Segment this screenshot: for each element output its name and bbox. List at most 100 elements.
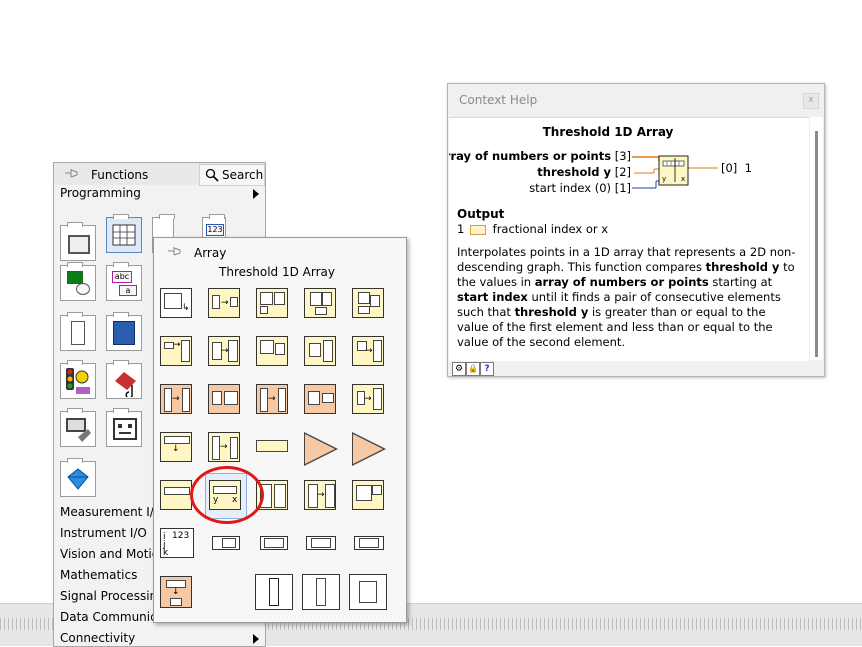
array-title: Array [194, 246, 227, 260]
category-programming[interactable]: Programming [54, 185, 265, 203]
arrow-icon: → [172, 394, 180, 404]
output-label: fractional index or x [492, 222, 609, 236]
boolean-palette-tile[interactable] [60, 262, 96, 301]
synchronization-palette-tile[interactable] [106, 408, 142, 447]
index-array-icon[interactable]: → [208, 288, 240, 318]
description-part: threshold y [705, 260, 780, 274]
array-constant-icon[interactable] [212, 536, 240, 550]
context-help-title: Context Help [459, 93, 538, 107]
functions-title: Functions [91, 168, 149, 182]
numeric-icon: 123 [206, 224, 224, 236]
search-icon [205, 168, 219, 182]
delete-from-array-icon[interactable] [352, 288, 384, 318]
split-1d-array-icon[interactable]: → [256, 384, 288, 414]
input-threshold-terminal: [2] [614, 165, 631, 179]
arrow-icon: → [364, 394, 372, 404]
pin-icon[interactable] [63, 167, 79, 183]
context-help-scrollbar[interactable] [810, 117, 823, 360]
description-part: threshold y [514, 305, 589, 319]
build-array-icon[interactable]: → [208, 336, 240, 366]
array-constant-3-icon[interactable] [306, 536, 336, 550]
sort-1d-array-icon[interactable]: → [160, 384, 192, 414]
input-start-index-name: start index (0) [529, 181, 612, 195]
array-max-min-icon[interactable] [304, 336, 336, 366]
highlight-circle [190, 466, 264, 524]
matrix-icon[interactable] [352, 480, 384, 510]
array-to-cluster-icon[interactable] [304, 432, 340, 466]
timing-palette-tile[interactable] [60, 360, 96, 399]
search-button[interactable]: Search [199, 164, 265, 186]
description-part: array of numbers or points [534, 275, 709, 289]
interleave-1d-arrays-icon[interactable] [256, 432, 288, 460]
category-measurement-io[interactable]: Measurement I/O [60, 505, 163, 519]
output-terminal-index: 1 [744, 161, 752, 175]
sync-icon [113, 418, 137, 440]
comparison-palette-tile[interactable] [60, 312, 96, 351]
gem-icon [67, 468, 89, 490]
category-connectivity[interactable]: Connectivity [60, 631, 135, 645]
submenu-arrow-icon [253, 634, 259, 644]
interpolate-1d-array-icon[interactable]: ↓ [160, 432, 192, 462]
insert-into-array-icon[interactable] [304, 288, 336, 318]
category-signal-processing[interactable]: Signal Processing [60, 589, 165, 603]
array-of-vi-refs-icon[interactable]: → [304, 480, 336, 510]
help-question-icon[interactable]: ? [480, 362, 494, 376]
description-part: start index [457, 290, 528, 304]
subarray-palette-2-icon[interactable] [302, 574, 340, 610]
array-subset-icon[interactable] [256, 336, 288, 366]
array-icon [112, 224, 136, 246]
close-icon[interactable]: x [803, 93, 819, 109]
file-io-palette-tile[interactable] [106, 312, 142, 351]
build-matrix-icon[interactable]: 123 i j k [160, 528, 194, 558]
arrow-icon: → [268, 394, 276, 404]
lock-icon[interactable]: 🔒 [466, 362, 480, 376]
array-constant-4-icon[interactable] [354, 536, 384, 550]
array-to-spreadsheet-icon[interactable]: ↓ [160, 576, 192, 608]
rotate-1d-array-icon[interactable]: → [352, 384, 384, 414]
array-constant-2-icon[interactable] [260, 536, 288, 550]
description-part: starting at [708, 275, 773, 289]
graphics-palette-tile[interactable] [60, 458, 96, 497]
matrix-palette-icon[interactable] [349, 574, 387, 610]
array-size-icon[interactable]: ↳ [160, 288, 192, 318]
category-vision-motion[interactable]: Vision and Motion [60, 547, 167, 561]
arrow-icon: → [173, 340, 181, 350]
waveform-icon [115, 372, 136, 397]
detailed-help-icon[interactable]: ⚙ [452, 362, 466, 376]
application-control-palette-tile[interactable] [60, 408, 96, 447]
functions-header: Functions Search [54, 163, 265, 186]
context-help-content: Threshold 1D Array array of numbers or p… [449, 117, 809, 361]
arrow-icon: ↓ [172, 444, 180, 454]
string-palette-tile[interactable]: abc a [106, 262, 142, 301]
category-mathematics[interactable]: Mathematics [60, 568, 137, 582]
input-array-terminal: [3] [614, 149, 631, 163]
decimate-1d-array-icon[interactable]: → [208, 432, 240, 462]
threshold-neighbor-icon[interactable] [160, 480, 192, 510]
structures-palette-tile[interactable] [60, 222, 96, 261]
pin-icon[interactable] [166, 245, 182, 261]
array-palette-tile[interactable] [106, 214, 142, 253]
scroll-thumb[interactable] [815, 131, 818, 357]
input-array-label: array of numbers or points [3] [449, 149, 631, 163]
cluster-to-array-icon[interactable] [352, 432, 388, 466]
hover-function-name: Threshold 1D Array [219, 265, 335, 279]
context-help-titlebar[interactable]: Context Help x [448, 84, 824, 116]
traffic-light-icon [66, 368, 90, 394]
input-threshold-name: threshold y [537, 165, 612, 179]
subarray-palette-icon[interactable] [255, 574, 293, 610]
context-help-bottombar: ⚙ 🔒 ? [449, 361, 823, 376]
input-start-index-terminal: [1] [614, 181, 631, 195]
search-1d-array-icon[interactable] [208, 384, 240, 414]
build-matrix-number: 123 [172, 531, 190, 541]
arrow-icon: → [365, 346, 373, 356]
replace-array-subset-icon[interactable] [256, 288, 288, 318]
waveform-palette-tile[interactable] [106, 360, 142, 399]
reverse-1d-array-icon[interactable] [304, 384, 336, 414]
output-terminal-label: [0] 1 [721, 161, 752, 175]
input-array-name: array of numbers or points [449, 149, 612, 163]
output-terminal: [0] [721, 161, 738, 175]
initialize-array-icon[interactable]: → [160, 336, 192, 366]
submenu-arrow-icon [253, 189, 259, 199]
reshape-array-icon[interactable]: → [352, 336, 384, 366]
category-instrument-io[interactable]: Instrument I/O [60, 526, 147, 540]
